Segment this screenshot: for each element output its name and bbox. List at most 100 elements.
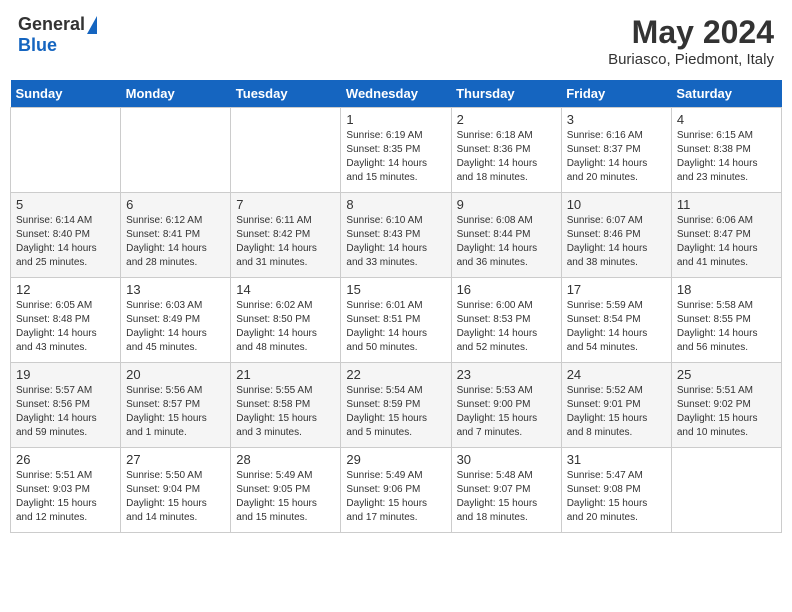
day-info: Sunrise: 6:02 AMSunset: 8:50 PMDaylight:…	[236, 299, 335, 355]
day-info: Sunrise: 5:53 AMSunset: 9:00 PMDaylight:…	[457, 384, 556, 440]
day-info: Sunrise: 5:56 AMSunset: 8:57 PMDaylight:…	[126, 384, 225, 440]
calendar-cell: 26Sunrise: 5:51 AMSunset: 9:03 PMDayligh…	[11, 448, 121, 533]
calendar-cell: 10 Sunrise: 6:07 AMSunset: 8:46 PMDayligh…	[561, 193, 671, 278]
calendar-cell: 28 Sunrise: 5:49 AMSunset: 9:05 PMDayligh…	[231, 448, 341, 533]
day-number: 31	[567, 452, 666, 467]
calendar-cell: 3 Sunrise: 6:16 AMSunset: 8:37 PMDaylight…	[561, 108, 671, 193]
day-info: Sunrise: 6:14 AMSunset: 8:40 PMDaylight:…	[16, 214, 115, 270]
calendar-cell: 14 Sunrise: 6:02 AMSunset: 8:50 PMDayligh…	[231, 278, 341, 363]
day-number: 30	[457, 452, 556, 467]
day-info: Sunrise: 5:57 AMSunset: 8:56 PMDaylight:…	[16, 384, 115, 440]
day-number: 5	[16, 197, 115, 212]
calendar-cell	[671, 448, 781, 533]
calendar-cell: 7Sunrise: 6:11 AMSunset: 8:42 PMDaylight…	[231, 193, 341, 278]
calendar-cell: 22 Sunrise: 5:54 AMSunset: 8:59 PMDayligh…	[341, 363, 451, 448]
day-header-saturday: Saturday	[671, 80, 781, 108]
logo: General Blue	[18, 14, 97, 56]
day-number: 10	[567, 197, 666, 212]
day-info: Sunrise: 6:15 AMSunset: 8:38 PMDaylight:…	[677, 129, 776, 185]
day-number: 20	[126, 367, 225, 382]
day-number: 29	[346, 452, 445, 467]
calendar-cell: 27 Sunrise: 5:50 AMSunset: 9:04 PMDayligh…	[121, 448, 231, 533]
day-number: 11	[677, 197, 776, 212]
day-number: 7	[236, 197, 335, 212]
day-number: 12	[16, 282, 115, 297]
day-number: 18	[677, 282, 776, 297]
day-number: 6	[126, 197, 225, 212]
day-number: 25	[677, 367, 776, 382]
calendar-cell: 2Sunrise: 6:18 AMSunset: 8:36 PMDaylight…	[451, 108, 561, 193]
day-info: Sunrise: 6:12 AMSunset: 8:41 PMDaylight:…	[126, 214, 225, 270]
day-header-thursday: Thursday	[451, 80, 561, 108]
calendar-cell: 19 Sunrise: 5:57 AMSunset: 8:56 PMDayligh…	[11, 363, 121, 448]
logo-blue-text: Blue	[18, 35, 57, 56]
calendar-cell: 13 Sunrise: 6:03 AMSunset: 8:49 PMDayligh…	[121, 278, 231, 363]
day-info: Sunrise: 6:05 AMSunset: 8:48 PMDaylight:…	[16, 299, 115, 355]
calendar-cell: 6 Sunrise: 6:12 AMSunset: 8:41 PMDaylight…	[121, 193, 231, 278]
day-info: Sunrise: 5:47 AMSunset: 9:08 PMDaylight:…	[567, 469, 666, 525]
day-info: Sunrise: 6:08 AMSunset: 8:44 PMDaylight:…	[457, 214, 556, 270]
day-info: Sunrise: 5:49 AMSunset: 9:05 PMDaylight:…	[236, 469, 335, 525]
day-info: Sunrise: 5:52 AMSunset: 9:01 PMDaylight:…	[567, 384, 666, 440]
calendar-week-row: 1Sunrise: 6:19 AMSunset: 8:35 PMDaylight…	[11, 108, 782, 193]
day-info: Sunrise: 5:49 AMSunset: 9:06 PMDaylight:…	[346, 469, 445, 525]
day-header-sunday: Sunday	[11, 80, 121, 108]
day-info: Sunrise: 6:18 AMSunset: 8:36 PMDaylight:…	[457, 129, 556, 185]
day-info: Sunrise: 6:19 AMSunset: 8:35 PMDaylight:…	[346, 129, 445, 185]
day-info: Sunrise: 6:03 AMSunset: 8:49 PMDaylight:…	[126, 299, 225, 355]
day-number: 3	[567, 112, 666, 127]
day-info: Sunrise: 5:59 AMSunset: 8:54 PMDaylight:…	[567, 299, 666, 355]
calendar-cell: 4Sunrise: 6:15 AMSunset: 8:38 PMDaylight…	[671, 108, 781, 193]
calendar-cell: 18Sunrise: 5:58 AMSunset: 8:55 PMDayligh…	[671, 278, 781, 363]
calendar-cell: 31 Sunrise: 5:47 AMSunset: 9:08 PMDayligh…	[561, 448, 671, 533]
day-number: 27	[126, 452, 225, 467]
calendar-cell: 16 Sunrise: 6:00 AMSunset: 8:53 PMDayligh…	[451, 278, 561, 363]
day-header-wednesday: Wednesday	[341, 80, 451, 108]
day-info: Sunrise: 6:10 AMSunset: 8:43 PMDaylight:…	[346, 214, 445, 270]
calendar-week-row: 12 Sunrise: 6:05 AMSunset: 8:48 PMDayligh…	[11, 278, 782, 363]
logo-triangle-icon	[87, 16, 97, 34]
calendar-week-row: 26Sunrise: 5:51 AMSunset: 9:03 PMDayligh…	[11, 448, 782, 533]
calendar-cell: 9 Sunrise: 6:08 AMSunset: 8:44 PMDaylight…	[451, 193, 561, 278]
day-number: 13	[126, 282, 225, 297]
day-number: 17	[567, 282, 666, 297]
day-number: 15	[346, 282, 445, 297]
calendar-cell: 29 Sunrise: 5:49 AMSunset: 9:06 PMDayligh…	[341, 448, 451, 533]
day-number: 9	[457, 197, 556, 212]
day-number: 19	[16, 367, 115, 382]
subtitle: Buriasco, Piedmont, Italy	[608, 51, 774, 68]
calendar-week-row: 5 Sunrise: 6:14 AMSunset: 8:40 PMDaylight…	[11, 193, 782, 278]
day-info: Sunrise: 5:51 AMSunset: 9:03 PMDaylight:…	[16, 469, 115, 525]
calendar-cell: 15Sunrise: 6:01 AMSunset: 8:51 PMDayligh…	[341, 278, 451, 363]
title-area: May 2024 Buriasco, Piedmont, Italy	[608, 14, 774, 68]
day-number: 22	[346, 367, 445, 382]
calendar-cell: 25 Sunrise: 5:51 AMSunset: 9:02 PMDayligh…	[671, 363, 781, 448]
calendar-cell: 8 Sunrise: 6:10 AMSunset: 8:43 PMDaylight…	[341, 193, 451, 278]
day-info: Sunrise: 6:16 AMSunset: 8:37 PMDaylight:…	[567, 129, 666, 185]
calendar-week-row: 19 Sunrise: 5:57 AMSunset: 8:56 PMDayligh…	[11, 363, 782, 448]
day-number: 24	[567, 367, 666, 382]
day-info: Sunrise: 6:00 AMSunset: 8:53 PMDaylight:…	[457, 299, 556, 355]
day-number: 28	[236, 452, 335, 467]
calendar-cell: 17 Sunrise: 5:59 AMSunset: 8:54 PMDayligh…	[561, 278, 671, 363]
day-header-monday: Monday	[121, 80, 231, 108]
day-info: Sunrise: 5:50 AMSunset: 9:04 PMDaylight:…	[126, 469, 225, 525]
day-number: 23	[457, 367, 556, 382]
day-number: 21	[236, 367, 335, 382]
day-header-friday: Friday	[561, 80, 671, 108]
calendar-cell: 12 Sunrise: 6:05 AMSunset: 8:48 PMDayligh…	[11, 278, 121, 363]
day-info: Sunrise: 5:48 AMSunset: 9:07 PMDaylight:…	[457, 469, 556, 525]
day-info: Sunrise: 5:51 AMSunset: 9:02 PMDaylight:…	[677, 384, 776, 440]
day-number: 8	[346, 197, 445, 212]
calendar-cell	[121, 108, 231, 193]
calendar-cell: 21Sunrise: 5:55 AMSunset: 8:58 PMDayligh…	[231, 363, 341, 448]
calendar-cell: 1Sunrise: 6:19 AMSunset: 8:35 PMDaylight…	[341, 108, 451, 193]
main-title: May 2024	[608, 14, 774, 51]
day-header-tuesday: Tuesday	[231, 80, 341, 108]
day-info: Sunrise: 6:07 AMSunset: 8:46 PMDaylight:…	[567, 214, 666, 270]
calendar-table: SundayMondayTuesdayWednesdayThursdayFrid…	[10, 80, 782, 533]
day-info: Sunrise: 5:54 AMSunset: 8:59 PMDaylight:…	[346, 384, 445, 440]
day-number: 14	[236, 282, 335, 297]
calendar-cell: 24 Sunrise: 5:52 AMSunset: 9:01 PMDayligh…	[561, 363, 671, 448]
day-number: 16	[457, 282, 556, 297]
